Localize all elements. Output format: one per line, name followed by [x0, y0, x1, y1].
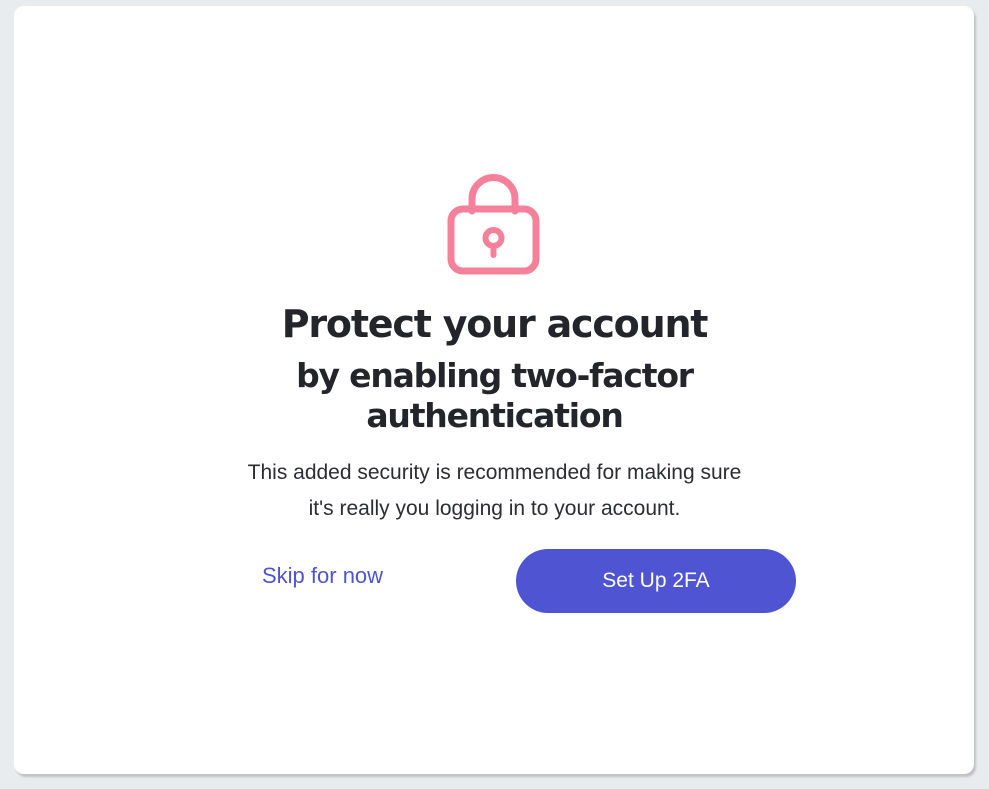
description-line: it's really you logging in to your accou…	[308, 497, 681, 520]
lock-icon	[447, 174, 540, 275]
description: This added security is recommended for m…	[0, 455, 989, 527]
page-subtitle: by enabling two-factor authentication	[0, 356, 989, 436]
subtitle-line: by enabling two-factor	[296, 356, 694, 395]
page-title: Protect your account	[281, 302, 709, 346]
skip-for-now-link[interactable]: Skip for now	[262, 563, 383, 589]
description-line: This added security is recommended for m…	[247, 461, 742, 484]
set-up-2fa-button[interactable]: Set Up 2FA	[516, 549, 796, 613]
subtitle-line: authentication	[366, 396, 623, 435]
